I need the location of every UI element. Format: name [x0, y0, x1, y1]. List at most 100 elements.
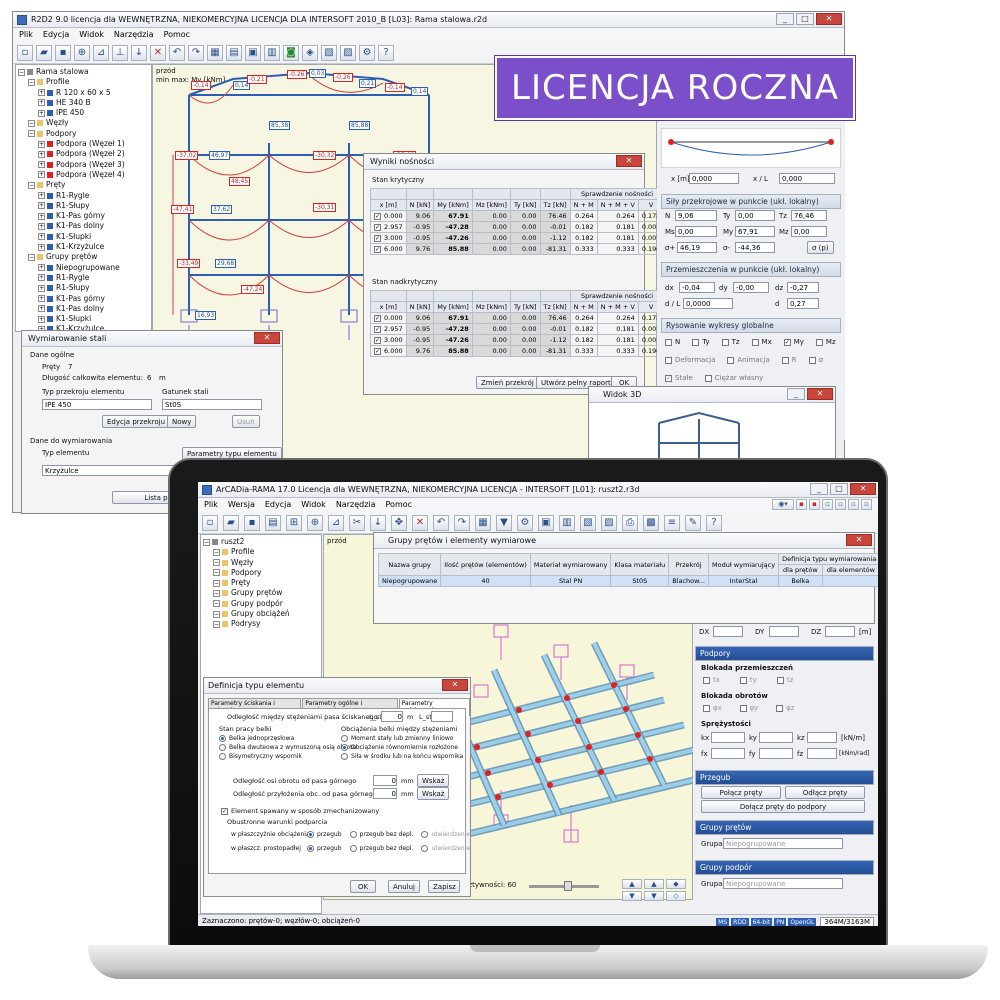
dy-field[interactable]: [769, 626, 799, 637]
stiffness-slider-thumb[interactable]: [564, 881, 572, 891]
menu-pomoc[interactable]: Pomoc: [386, 498, 413, 512]
arcadia-close[interactable]: ✕: [850, 483, 876, 495]
expand-icon[interactable]: +: [38, 315, 45, 323]
r2-tree-item[interactable]: + HE 340 B: [18, 98, 149, 108]
r2-tree-item[interactable]: − Podpory: [18, 129, 149, 139]
frame-icon[interactable]: ▦: [207, 44, 223, 61]
move-icon[interactable]: ✥: [391, 514, 407, 531]
sigma-button[interactable]: σ (p): [807, 241, 834, 254]
group-cell[interactable]: Belka: [778, 575, 823, 587]
view3d-close-button[interactable]: ✕: [807, 388, 833, 400]
expand-icon[interactable]: +: [38, 202, 45, 210]
nav-down2-icon[interactable]: ▼: [644, 891, 664, 901]
row-x[interactable]: ✓ 3.000: [370, 232, 407, 244]
disconnect-bars-button[interactable]: Odłącz pręty: [785, 786, 865, 799]
results-icon[interactable]: ▥: [264, 44, 280, 61]
menu-widok[interactable]: Widok: [79, 28, 104, 42]
mode-icon-6[interactable]: ▫: [861, 499, 872, 510]
radio-option[interactable]: Belka jednoprzęsłowa: [219, 734, 356, 743]
expand-icon[interactable]: −: [213, 579, 220, 587]
redo-icon[interactable]: ↷: [188, 44, 204, 61]
lst-field-2[interactable]: [431, 711, 453, 722]
elem-def-ok-button[interactable]: OK: [350, 880, 376, 893]
r2-tree-item[interactable]: − Rama stalowa: [18, 67, 149, 77]
nav-down-icon[interactable]: ▼: [622, 891, 642, 901]
ar-tree-item[interactable]: − Węzły: [203, 558, 319, 568]
r2-tree-item[interactable]: + R 120 x 60 x 5: [18, 88, 149, 98]
r2-tree-item[interactable]: − Profile: [18, 77, 149, 87]
xl-field[interactable]: 0,000: [779, 173, 835, 184]
elem-def-cancel-button[interactable]: Anuluj: [388, 880, 420, 893]
delete-section-button[interactable]: Usuń: [232, 415, 260, 428]
filter-icon[interactable]: ▼: [496, 514, 512, 531]
r2-tree-item[interactable]: + K1-Pas górny: [18, 211, 149, 221]
radio-option[interactable]: Bisymetryczny wspornik: [219, 752, 356, 761]
expand-icon[interactable]: +: [38, 171, 45, 179]
groups-close-button[interactable]: ✕: [846, 534, 872, 546]
radio-option[interactable]: utwierdzenie: [421, 831, 470, 838]
fx-field[interactable]: [711, 748, 745, 759]
fz-field[interactable]: [807, 748, 837, 759]
lst-field[interactable]: 0: [381, 711, 403, 722]
row-checkbox[interactable]: ✓: [374, 234, 381, 242]
row-x[interactable]: ✓ 3.000: [370, 334, 407, 346]
expand-icon[interactable]: +: [38, 99, 45, 107]
expand-icon[interactable]: +: [38, 192, 45, 200]
arcadia-maximize[interactable]: □: [830, 483, 848, 495]
radio-option[interactable]: przegub: [307, 845, 342, 852]
save-icon[interactable]: ▪: [244, 514, 260, 531]
mode-icon-3[interactable]: ▫: [822, 499, 833, 510]
support-icon[interactable]: ⊥: [112, 44, 128, 61]
r2-tree-item[interactable]: + K1-Pas dolny: [18, 221, 149, 231]
kz-field[interactable]: [807, 732, 837, 743]
open-icon[interactable]: ▰: [223, 514, 239, 531]
r2-tree-item[interactable]: + Niepogrupowane: [18, 263, 149, 273]
expand-icon[interactable]: −: [18, 68, 25, 76]
expand-icon[interactable]: −: [213, 610, 220, 618]
r2-tree-item[interactable]: + K1-Krzyżulce: [18, 242, 149, 252]
fy-field[interactable]: [759, 748, 793, 759]
redo-icon[interactable]: ↷: [454, 514, 470, 531]
support-group-select[interactable]: Niepogrupowane: [723, 878, 843, 889]
r2-tree-item[interactable]: + Podpora (Węzeł 1): [18, 139, 149, 149]
save-icon[interactable]: ▪: [55, 44, 71, 61]
menu-plik[interactable]: Plik: [19, 28, 33, 42]
radio-option[interactable]: Obciążenie równomiernie rozłożone: [341, 743, 463, 752]
expand-icon[interactable]: +: [38, 150, 45, 158]
expand-icon[interactable]: +: [38, 274, 45, 282]
help-icon[interactable]: ?: [706, 514, 722, 531]
radio-option[interactable]: Belka dwuteowa z wymuszoną osią obrotu: [219, 743, 356, 752]
ar-tree-item[interactable]: − Podpory: [203, 568, 319, 578]
menu-edycja[interactable]: Edycja: [265, 498, 291, 512]
attach-bars-button[interactable]: Dołącz pręty do podpory: [701, 800, 865, 813]
r2-tree-item[interactable]: + Podpora (Węzeł 3): [18, 160, 149, 170]
row-checkbox[interactable]: ✓: [374, 325, 381, 333]
app-apply-button[interactable]: Wskaż: [417, 787, 450, 800]
new-icon[interactable]: ▫: [202, 514, 218, 531]
r2-tree-item[interactable]: + K1-Pas górny: [18, 294, 149, 304]
row-x[interactable]: ✓ 6.000: [370, 345, 407, 357]
expand-icon[interactable]: +: [38, 264, 45, 272]
expand-icon[interactable]: −: [28, 253, 35, 261]
expand-icon[interactable]: +: [38, 161, 45, 169]
plot-checkbox[interactable]: ✓ Stałe: [665, 374, 693, 382]
grid-icon[interactable]: ▤: [226, 44, 242, 61]
connect-bars-button[interactable]: Połącz pręty: [701, 786, 781, 799]
grid-icon[interactable]: ▦: [475, 514, 491, 531]
chart-icon[interactable]: ▧: [580, 514, 596, 531]
open-folder-icon[interactable]: ▰: [36, 44, 52, 61]
r2-tree-item[interactable]: + Podpora (Węzeł 2): [18, 149, 149, 159]
expand-icon[interactable]: −: [28, 119, 35, 127]
delete-icon[interactable]: ✕: [150, 44, 166, 61]
3d-icon[interactable]: ◈: [302, 44, 318, 61]
load-icon[interactable]: ↓: [370, 514, 386, 531]
menu-edycja[interactable]: Edycja: [43, 28, 69, 42]
expand-icon[interactable]: +: [38, 212, 45, 220]
plot-checkbox[interactable]: Mx: [751, 338, 772, 346]
nav-fit-icon[interactable]: ◆: [666, 879, 686, 889]
close-button[interactable]: ✕: [816, 13, 842, 25]
r2-tree-item[interactable]: + K1-Słupki: [18, 232, 149, 242]
ar-tree-item[interactable]: − Pręty: [203, 578, 319, 588]
copy-icon[interactable]: ▤: [265, 514, 281, 531]
row-x[interactable]: ✓ 2.957: [370, 221, 407, 233]
